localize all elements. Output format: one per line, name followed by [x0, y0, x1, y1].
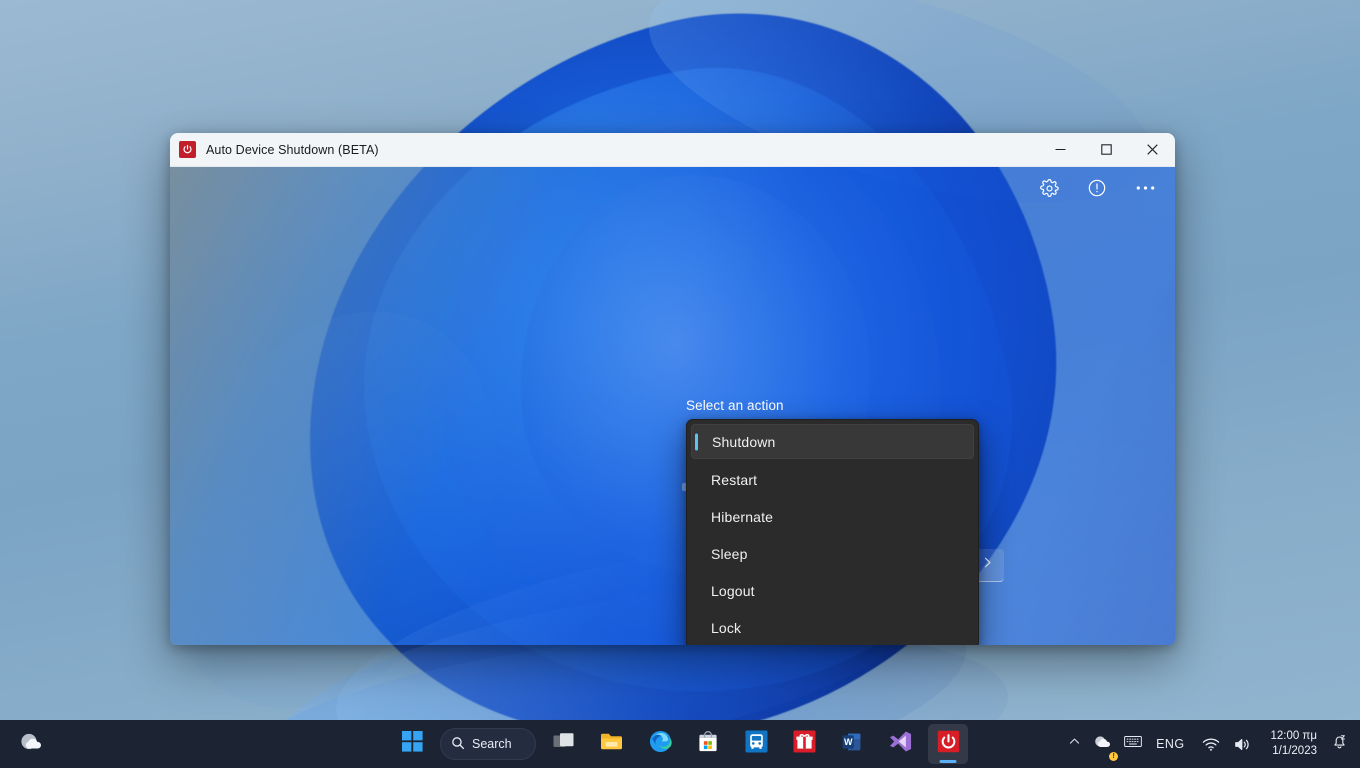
app-content-area: Select an action Shutdown Restart Hibern…	[170, 167, 1175, 645]
tray-keyboard-button[interactable]	[1118, 726, 1148, 762]
taskbar-item-microsoft-word[interactable]: W	[832, 724, 872, 764]
taskbar-item-microsoft-store[interactable]	[688, 724, 728, 764]
power-icon	[179, 141, 196, 158]
taskbar: Search W ! ENG 12:00 πμ 1/1/2023	[0, 720, 1360, 768]
minimize-button[interactable]	[1037, 133, 1083, 166]
weather-icon	[18, 731, 44, 758]
dropdown-item-label: Lock	[711, 619, 742, 636]
onedrive-warning-badge: !	[1109, 752, 1119, 761]
window-titlebar[interactable]: Auto Device Shutdown (BETA)	[170, 133, 1175, 167]
keyboard-icon	[1124, 735, 1143, 753]
more-button[interactable]	[1127, 172, 1163, 204]
settings-button[interactable]	[1031, 172, 1067, 204]
onedrive-icon	[1093, 734, 1112, 755]
gift-icon	[793, 730, 816, 758]
dropdown-item-label: Sleep	[711, 545, 748, 562]
dropdown-item-label: Hibernate	[711, 508, 774, 525]
taskbar-item-microsoft-edge[interactable]	[640, 724, 680, 764]
visual-studio-icon	[889, 730, 912, 758]
store-icon	[697, 730, 719, 758]
taskbar-item-auto-device-shutdown[interactable]	[928, 724, 968, 764]
search-button[interactable]: Search	[440, 728, 536, 760]
dropdown-item-logout[interactable]: Logout	[691, 574, 974, 607]
dropdown-item-lock[interactable]: Lock	[691, 611, 974, 644]
tray-quick-settings-button[interactable]	[1192, 726, 1262, 762]
clock-date: 1/1/2023	[1272, 745, 1317, 757]
system-tray: ! ENG 12:00 πμ 1/1/2023	[1062, 720, 1360, 768]
bus-icon	[745, 730, 768, 758]
dropdown-item-sleep[interactable]: Sleep	[691, 537, 974, 570]
app-window: Auto Device Shutdown (BETA) Select an ac…	[170, 133, 1175, 645]
folder-icon	[600, 731, 624, 757]
taskbar-item-task-view[interactable]	[544, 724, 584, 764]
desktop: Auto Device Shutdown (BETA) Select an ac…	[0, 0, 1360, 768]
window-controls	[1037, 133, 1175, 166]
svg-text:W: W	[844, 737, 853, 747]
dropdown-item-label: Shutdown	[712, 433, 776, 450]
chevron-up-icon	[1068, 735, 1081, 753]
power-icon	[937, 730, 960, 758]
tray-notifications-button[interactable]	[1325, 726, 1354, 762]
maximize-button[interactable]	[1083, 133, 1129, 166]
info-button[interactable]	[1079, 172, 1115, 204]
tray-overflow-button[interactable]	[1062, 726, 1087, 762]
task-view-icon	[553, 731, 576, 757]
tray-language-indicator[interactable]: ENG	[1148, 726, 1192, 762]
windows-start-icon	[401, 731, 423, 757]
speaker-icon	[1228, 726, 1258, 762]
tray-onedrive-button[interactable]: !	[1087, 726, 1119, 762]
select-action-label: Select an action	[686, 398, 784, 413]
taskbar-item-gift-app[interactable]	[784, 724, 824, 764]
chevron-right-icon	[981, 556, 994, 574]
window-title: Auto Device Shutdown (BETA)	[206, 142, 379, 157]
taskbar-item-visual-studio[interactable]	[880, 724, 920, 764]
search-label: Search	[472, 737, 512, 751]
info-circle-icon	[1087, 178, 1107, 198]
word-icon: W	[841, 731, 863, 758]
bell-dnd-icon	[1331, 733, 1348, 755]
taskbar-items: Search W	[392, 724, 968, 764]
dropdown-item-shutdown[interactable]: Shutdown	[691, 424, 974, 459]
taskbar-item-file-explorer[interactable]	[592, 724, 632, 764]
edge-icon	[649, 730, 672, 758]
gear-icon	[1039, 178, 1059, 198]
wifi-icon	[1196, 726, 1226, 762]
close-button[interactable]	[1129, 133, 1175, 166]
dropdown-item-restart[interactable]: Restart	[691, 463, 974, 496]
ellipsis-icon	[1136, 185, 1155, 191]
action-dropdown-list[interactable]: Shutdown Restart Hibernate Sleep Logout …	[686, 419, 979, 645]
tray-clock[interactable]: 12:00 πμ 1/1/2023	[1262, 725, 1325, 763]
app-toolbar	[1031, 172, 1163, 204]
start-button[interactable]	[392, 724, 432, 764]
dropdown-item-label: Restart	[711, 471, 758, 488]
dropdown-item-hibernate[interactable]: Hibernate	[691, 500, 974, 533]
weather-widget[interactable]	[8, 724, 54, 764]
search-icon	[451, 736, 465, 753]
clock-time: 12:00 πμ	[1270, 730, 1317, 742]
dropdown-item-label: Logout	[711, 582, 755, 599]
taskbar-item-transit-app[interactable]	[736, 724, 776, 764]
